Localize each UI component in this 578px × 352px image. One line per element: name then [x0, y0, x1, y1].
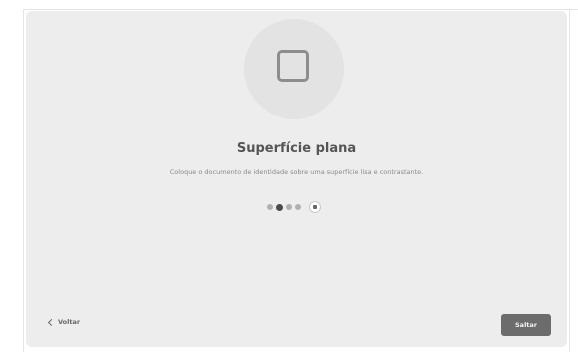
skip-button[interactable]: Saltar — [501, 314, 551, 336]
step-dot-2-active[interactable] — [276, 203, 283, 211]
left-divider — [23, 9, 24, 352]
step-indicator — [267, 201, 321, 213]
step-description: Coloque o documento de identidade sobre … — [169, 168, 424, 176]
pause-button[interactable] — [309, 201, 321, 213]
square-outline-icon — [277, 50, 309, 82]
chevron-left-icon — [47, 318, 56, 326]
back-button[interactable]: Voltar — [47, 318, 81, 326]
onboarding-screen: Superfície plana Coloque o documento de … — [0, 0, 578, 352]
step-title: Superfície plana — [236, 141, 357, 156]
right-divider — [569, 9, 570, 352]
pause-icon — [313, 205, 317, 209]
top-divider — [24, 9, 578, 10]
step-dot-4[interactable] — [295, 204, 301, 210]
skip-label: Saltar — [515, 321, 537, 329]
back-label: Voltar — [58, 318, 81, 326]
step-dot-3[interactable] — [286, 204, 292, 210]
step-dot-1[interactable] — [267, 204, 273, 210]
